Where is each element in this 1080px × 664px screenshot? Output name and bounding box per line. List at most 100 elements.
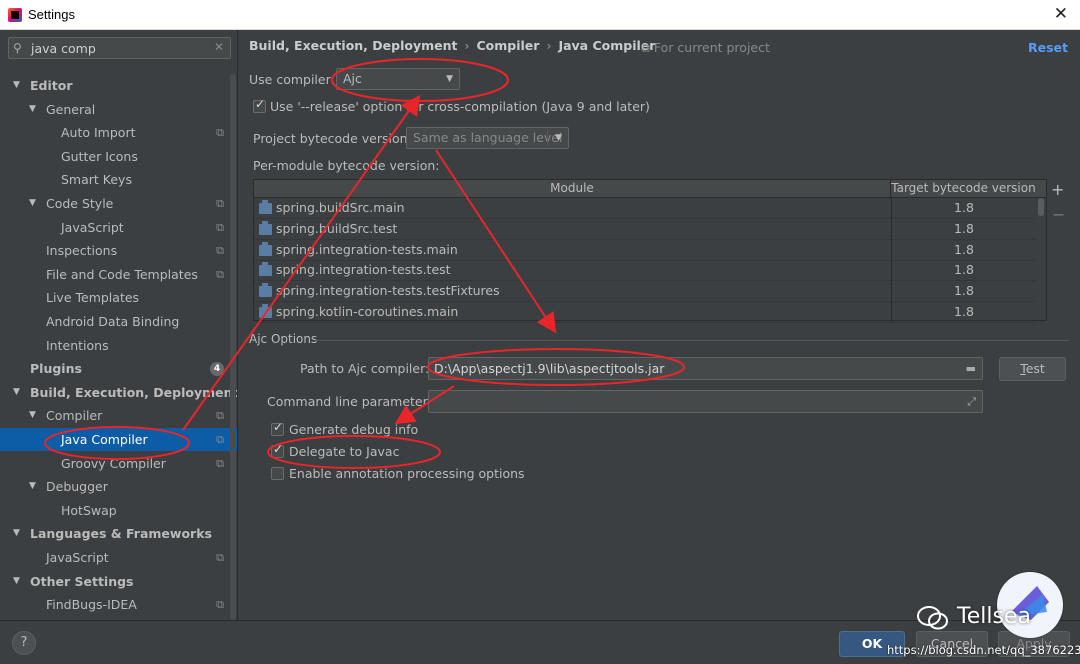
settings-sidebar: ⚲ java comp ✕ ▼ Editor ▼ General Auto Import… — [0, 30, 238, 620]
plugins-update-badge: 4 — [210, 362, 224, 377]
dropdown-arrow-icon: ▼ — [555, 133, 562, 143]
target-version[interactable]: 1.8 — [891, 218, 1036, 240]
target-version[interactable]: 1.8 — [891, 281, 1036, 303]
settings-search-field[interactable]: ⚲ java comp ✕ — [8, 37, 231, 59]
folder-browse-icon[interactable]: ▬ — [966, 358, 976, 379]
bytecode-version-select[interactable]: Same as language level ▼ — [406, 127, 569, 149]
sidebar-item-javascript[interactable]: JavaScript ⧉ — [0, 546, 237, 569]
use-compiler-label: Use compiler: — [249, 72, 335, 87]
sidebar-item-languages-frameworks[interactable]: ▼ Languages & Frameworks — [0, 522, 237, 545]
column-header-module[interactable]: Module — [254, 180, 891, 198]
project-scope-icon: ⧉ — [216, 244, 224, 258]
sidebar-item-inspections[interactable]: Inspections ⧉ — [0, 239, 237, 262]
sidebar-item-intentions[interactable]: Intentions — [0, 334, 237, 357]
sidebar-item-file-and-code-templates[interactable]: File and Code Templates ⧉ — [0, 263, 237, 286]
window-title: Settings — [28, 7, 75, 22]
target-version[interactable]: 1.8 — [891, 260, 1036, 282]
generate-debug-checkbox[interactable] — [271, 420, 284, 436]
ajc-path-input[interactable]: D:\App\aspectj1.9\lib\aspectjtools.jar ▬ — [428, 357, 983, 380]
table-row[interactable]: spring.buildSrc.test 1.8 — [254, 218, 1036, 240]
sidebar-item-label: Groovy Compiler — [61, 455, 166, 471]
expand-arrow-icon[interactable]: ▼ — [29, 404, 36, 427]
release-option-checkbox[interactable] — [253, 97, 266, 113]
help-button[interactable]: ? — [12, 631, 36, 655]
sidebar-item-javascript[interactable]: JavaScript ⧉ — [0, 216, 237, 239]
cmd-params-input[interactable]: ⤢ — [428, 390, 983, 413]
clear-search-icon[interactable]: ✕ — [214, 40, 224, 54]
column-header-target-version[interactable]: Target bytecode version — [891, 180, 1036, 197]
sidebar-item-findbugs-idea[interactable]: FindBugs-IDEA ⧉ — [0, 593, 237, 616]
sidebar-item-java-compiler[interactable]: Java Compiler ⧉ — [0, 428, 237, 451]
module-name: spring.integration-tests.main — [276, 241, 458, 257]
sidebar-item-groovy-compiler[interactable]: Groovy Compiler ⧉ — [0, 452, 237, 475]
sidebar-item-code-style[interactable]: ▼ Code Style ⧉ — [0, 192, 237, 215]
module-folder-icon — [259, 220, 272, 235]
sidebar-item-smart-keys[interactable]: Smart Keys — [0, 168, 237, 191]
sidebar-item-label: General — [46, 101, 96, 117]
search-icon: ⚲ — [13, 41, 22, 55]
target-version[interactable]: 1.8 — [891, 239, 1036, 261]
sidebar-item-other-settings[interactable]: ▼ Other Settings — [0, 570, 237, 593]
sidebar-item-plugins[interactable]: Plugins 4 — [0, 357, 237, 380]
chevron-right-icon: › — [464, 38, 470, 53]
annotation-processing-checkbox[interactable] — [271, 467, 284, 480]
breadcrumb: Build, Execution, Deployment › Compiler › Ja… — [249, 38, 655, 53]
table-row[interactable]: spring.integration-tests.test 1.8 — [254, 260, 1036, 282]
ajc-options-section-title: Ajc Options — [249, 332, 1069, 346]
sidebar-item-label: Debugger — [46, 479, 108, 495]
module-folder-icon — [259, 200, 272, 214]
expand-arrow-icon[interactable]: ▼ — [29, 98, 36, 121]
project-icon: ⧉ — [641, 40, 650, 55]
sidebar-item-live-templates[interactable]: Live Templates — [0, 286, 237, 309]
add-module-button[interactable]: + — [1051, 180, 1064, 199]
use-compiler-select[interactable]: Ajc ▼ — [336, 68, 460, 90]
project-scope-icon: ⧉ — [216, 267, 224, 281]
target-version[interactable]: 1.8 — [891, 198, 1036, 219]
expand-arrow-icon[interactable]: ▼ — [29, 192, 36, 215]
remove-module-button[interactable]: − — [1052, 205, 1065, 224]
table-scrollbar[interactable] — [1036, 198, 1046, 320]
sidebar-item-android-data-binding[interactable]: Android Data Binding — [0, 310, 237, 333]
project-scope-icon: ⧉ — [216, 433, 224, 446]
sidebar-item-label: Java Compiler — [61, 432, 148, 447]
expand-arrow-icon[interactable]: ▼ — [13, 570, 20, 593]
ajc-path-value: D:\App\aspectj1.9\lib\aspectjtools.jar — [434, 361, 665, 376]
sidebar-scrollbar[interactable] — [230, 74, 236, 620]
sidebar-item-label: Live Templates — [46, 290, 140, 306]
sidebar-item-hotswap[interactable]: HotSwap — [0, 499, 237, 522]
sidebar-item-label: Languages & Frameworks — [30, 526, 212, 542]
module-folder-icon — [259, 283, 272, 298]
sidebar-item-compiler[interactable]: ▼ Compiler ⧉ — [0, 404, 237, 427]
sidebar-item-general[interactable]: ▼ General — [0, 98, 237, 121]
project-scope-icon: ⧉ — [216, 197, 224, 210]
sidebar-item-gutter-icons[interactable]: Gutter Icons — [0, 145, 237, 168]
sidebar-item-label: FindBugs-IDEA — [46, 597, 137, 613]
search-input[interactable]: java comp — [31, 41, 96, 56]
table-row[interactable]: spring.integration-tests.testFixtures 1.8 — [254, 281, 1036, 303]
sidebar-item-editor[interactable]: ▼ Editor — [0, 74, 237, 97]
target-version[interactable]: 1.8 — [891, 302, 1036, 323]
module-folder-icon — [259, 241, 272, 256]
expand-icon[interactable]: ⤢ — [967, 391, 976, 412]
module-name: spring.buildSrc.test — [276, 220, 398, 236]
module-name: spring.kotlin-coroutines.main — [276, 304, 459, 319]
expand-arrow-icon[interactable]: ▼ — [29, 475, 36, 498]
watermark-brand: Tellsea — [957, 604, 1031, 629]
expand-arrow-icon[interactable]: ▼ — [13, 381, 20, 404]
table-row[interactable]: spring.kotlin-coroutines.main 1.8 — [254, 302, 1036, 323]
title-bar: Settings ✕ — [0, 0, 1080, 30]
sidebar-item-build-execution-deployment[interactable]: ▼ Build, Execution, Deployment — [0, 381, 237, 404]
close-icon[interactable]: ✕ — [1054, 4, 1068, 24]
expand-arrow-icon[interactable]: ▼ — [13, 74, 20, 97]
project-scope-icon: ⧉ — [216, 409, 224, 423]
sidebar-item-label: Auto Import — [61, 125, 136, 141]
reset-link[interactable]: Reset — [1028, 40, 1068, 55]
delegate-javac-checkbox[interactable] — [271, 442, 284, 458]
table-row[interactable]: spring.integration-tests.main 1.8 — [254, 239, 1036, 261]
table-row[interactable]: spring.buildSrc.main 1.8 — [254, 198, 1036, 219]
sidebar-item-debugger[interactable]: ▼ Debugger — [0, 475, 237, 498]
sidebar-item-auto-import[interactable]: Auto Import ⧉ — [0, 121, 237, 144]
test-button[interactable]: Test — [999, 357, 1066, 381]
sidebar-item-label: File and Code Templates — [46, 266, 198, 282]
expand-arrow-icon[interactable]: ▼ — [13, 522, 20, 545]
